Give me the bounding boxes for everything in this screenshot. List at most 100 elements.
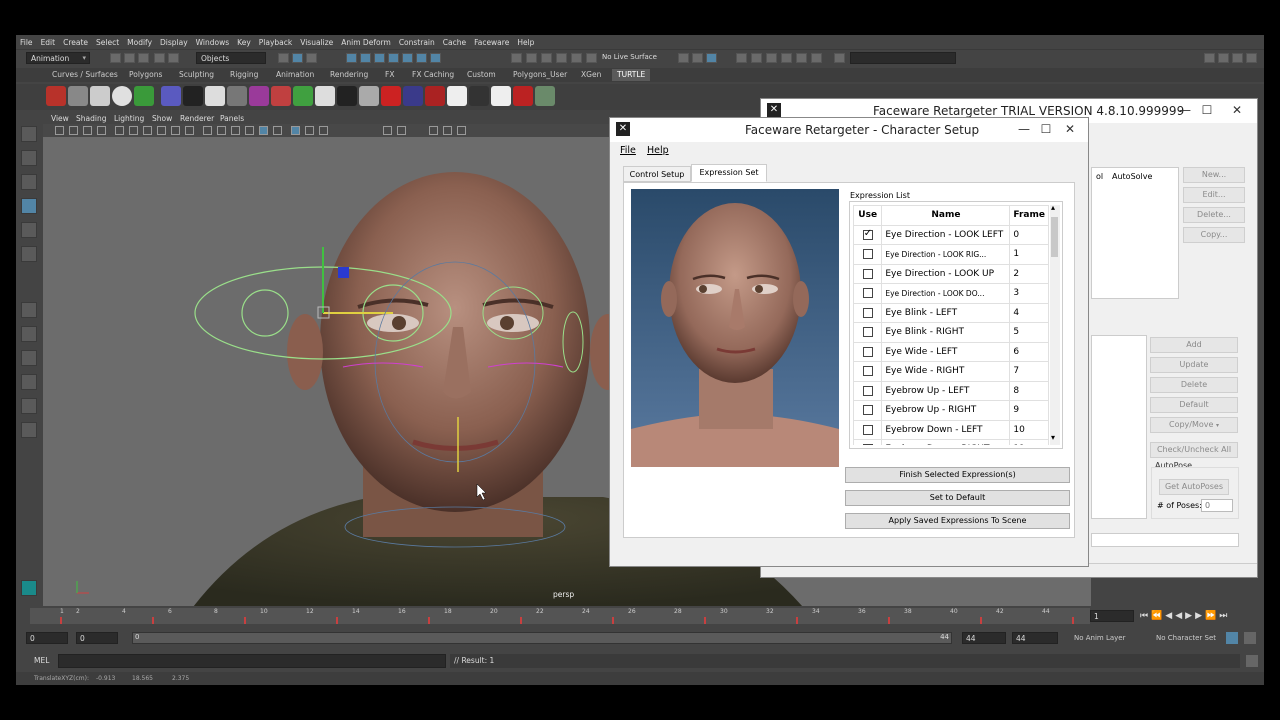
- copy-move-button[interactable]: Copy/Move ▾: [1150, 417, 1238, 433]
- redo-icon[interactable]: [168, 53, 179, 63]
- undo-icon[interactable]: [154, 53, 165, 63]
- new-button[interactable]: New...: [1183, 167, 1245, 183]
- use-checkbox[interactable]: [862, 327, 873, 337]
- copy-button[interactable]: Copy...: [1183, 227, 1245, 243]
- use-checkbox[interactable]: [862, 346, 873, 357]
- cmd-language-label[interactable]: MEL: [34, 656, 49, 665]
- expression-row[interactable]: Eye Wide - RIGHT 7: [853, 361, 1049, 382]
- viewport-menu-show[interactable]: Show: [152, 114, 172, 123]
- anim-layer-label[interactable]: No Anim Layer: [1074, 634, 1125, 642]
- shelf-tool-9-icon[interactable]: [227, 86, 247, 106]
- layout-icon-1[interactable]: [1204, 53, 1215, 63]
- select-tool-icon[interactable]: [21, 126, 37, 142]
- close-icon[interactable]: ✕: [1056, 121, 1084, 137]
- character-setup-titlebar[interactable]: ✕ Faceware Retargeter - Character Setup …: [610, 118, 1088, 142]
- field-chart-icon[interactable]: [171, 126, 180, 135]
- pose-list[interactable]: [1091, 335, 1147, 519]
- delete-top-button[interactable]: Delete...: [1183, 207, 1245, 223]
- xray-joints-icon[interactable]: [319, 126, 328, 135]
- motion-blur-icon[interactable]: [443, 126, 452, 135]
- render-icon[interactable]: [692, 53, 703, 63]
- snap-pivot-icon[interactable]: [416, 53, 427, 63]
- shelf-tool-23-icon[interactable]: [535, 86, 555, 106]
- use-checkbox[interactable]: [862, 385, 873, 396]
- render-frame-icon[interactable]: [796, 53, 807, 63]
- time-ticks[interactable]: 1 2 4 6 8 10 12 14 16 18 20 22 24 26 28 30 32 34 36 38 40 42 4…: [30, 608, 1090, 624]
- shelf-tool-21-icon[interactable]: [491, 86, 511, 106]
- layout-persp-icon[interactable]: [21, 374, 37, 390]
- layout-icon-2[interactable]: [1218, 53, 1229, 63]
- shelf-tool-22-icon[interactable]: [513, 86, 533, 106]
- expression-scrollbar[interactable]: ▴ ▾: [1050, 203, 1060, 445]
- use-checkbox[interactable]: [862, 288, 873, 298]
- playback-controls[interactable]: ⏮⏪◀◀▶▶⏩⏭: [1140, 611, 1230, 621]
- scroll-thumb[interactable]: [1051, 217, 1058, 257]
- hypershade-icon[interactable]: [766, 53, 777, 63]
- menu-select[interactable]: Select: [92, 35, 123, 47]
- keyframe-marker[interactable]: [980, 617, 982, 624]
- keyframe-marker[interactable]: [152, 617, 154, 624]
- use-checkbox[interactable]: [862, 228, 873, 240]
- layout-four-icon[interactable]: [21, 326, 37, 342]
- snap-point-icon[interactable]: [374, 53, 385, 63]
- scroll-down-icon[interactable]: ▾: [1051, 433, 1055, 442]
- check-uncheck-all-button[interactable]: Check/Uncheck All: [1150, 442, 1238, 458]
- expression-row[interactable]: Eye Direction - LOOK UP 2: [853, 263, 1049, 284]
- xray-icon[interactable]: [305, 126, 314, 135]
- camera-icon[interactable]: [811, 53, 822, 63]
- shelf-tool-14-icon[interactable]: [337, 86, 357, 106]
- lights-icon[interactable]: [259, 126, 268, 135]
- setup-menu-help[interactable]: Help: [647, 145, 669, 156]
- setup-menu-file[interactable]: File: [620, 145, 636, 156]
- expression-row[interactable]: Eye Blink - RIGHT 5: [853, 322, 1049, 343]
- keyframe-marker[interactable]: [888, 617, 890, 624]
- magnet3-icon[interactable]: [556, 53, 567, 63]
- snap-curve-icon[interactable]: [360, 53, 371, 63]
- bookmark-icon[interactable]: [83, 126, 92, 135]
- shelf-tab-fx[interactable]: FX: [385, 70, 394, 79]
- use-checkbox[interactable]: [862, 249, 873, 259]
- menu-faceware[interactable]: Faceware: [470, 35, 513, 47]
- range-start-inner-field[interactable]: 0: [76, 632, 118, 644]
- textured-icon[interactable]: [245, 126, 254, 135]
- layout-icon-3[interactable]: [1232, 53, 1243, 63]
- col-name[interactable]: Name: [881, 205, 1011, 226]
- menu-playback[interactable]: Playback: [255, 35, 296, 47]
- select-hierarchy-icon[interactable]: [278, 53, 289, 63]
- viewport-menu-shading[interactable]: Shading: [76, 114, 106, 123]
- render-settings-icon[interactable]: [706, 53, 717, 63]
- character-set-label[interactable]: No Character Set: [1156, 634, 1216, 642]
- shelf-tool-18-icon[interactable]: [425, 86, 445, 106]
- retargeter-dropdown[interactable]: [1091, 533, 1239, 547]
- default-button[interactable]: Default: [1150, 397, 1238, 413]
- shadows-icon[interactable]: [273, 126, 282, 135]
- safe-action-icon[interactable]: [185, 126, 194, 135]
- current-frame-field[interactable]: 1: [1090, 610, 1134, 622]
- shelf-tab-animation[interactable]: Animation: [276, 70, 314, 79]
- menu-create[interactable]: Create: [59, 35, 92, 47]
- anim-prefs-icon[interactable]: [1244, 632, 1256, 644]
- expression-row[interactable]: Eyebrow Down - RIGHT11: [853, 439, 1049, 445]
- hud-icon[interactable]: [457, 126, 466, 135]
- lasso-tool-icon[interactable]: [21, 150, 37, 166]
- use-checkbox[interactable]: [862, 366, 873, 376]
- command-input[interactable]: [58, 654, 446, 668]
- scale-tool-icon[interactable]: [21, 246, 37, 262]
- viewport-menu-renderer[interactable]: Renderer: [180, 114, 214, 123]
- menu-cache[interactable]: Cache: [439, 35, 470, 47]
- input-box-icon[interactable]: [834, 53, 845, 63]
- keyframe-marker[interactable]: [704, 617, 706, 624]
- col-frame[interactable]: Frame: [1009, 205, 1049, 226]
- get-autoposes-button[interactable]: Get AutoPoses: [1159, 479, 1229, 495]
- shelf-tool-17-icon[interactable]: [403, 86, 423, 106]
- render-globals-icon[interactable]: [781, 53, 792, 63]
- menu-edit[interactable]: Edit: [37, 35, 60, 47]
- select-component-icon[interactable]: [306, 53, 317, 63]
- shelf-tool-16-icon[interactable]: [381, 86, 401, 106]
- keyframe-marker[interactable]: [336, 617, 338, 624]
- close-icon[interactable]: ✕: [1223, 102, 1251, 118]
- new-scene-icon[interactable]: [110, 53, 121, 63]
- range-end-field[interactable]: 44: [1012, 632, 1058, 644]
- layout-outliner-icon[interactable]: [21, 398, 37, 414]
- delete-button[interactable]: Delete: [1150, 377, 1238, 393]
